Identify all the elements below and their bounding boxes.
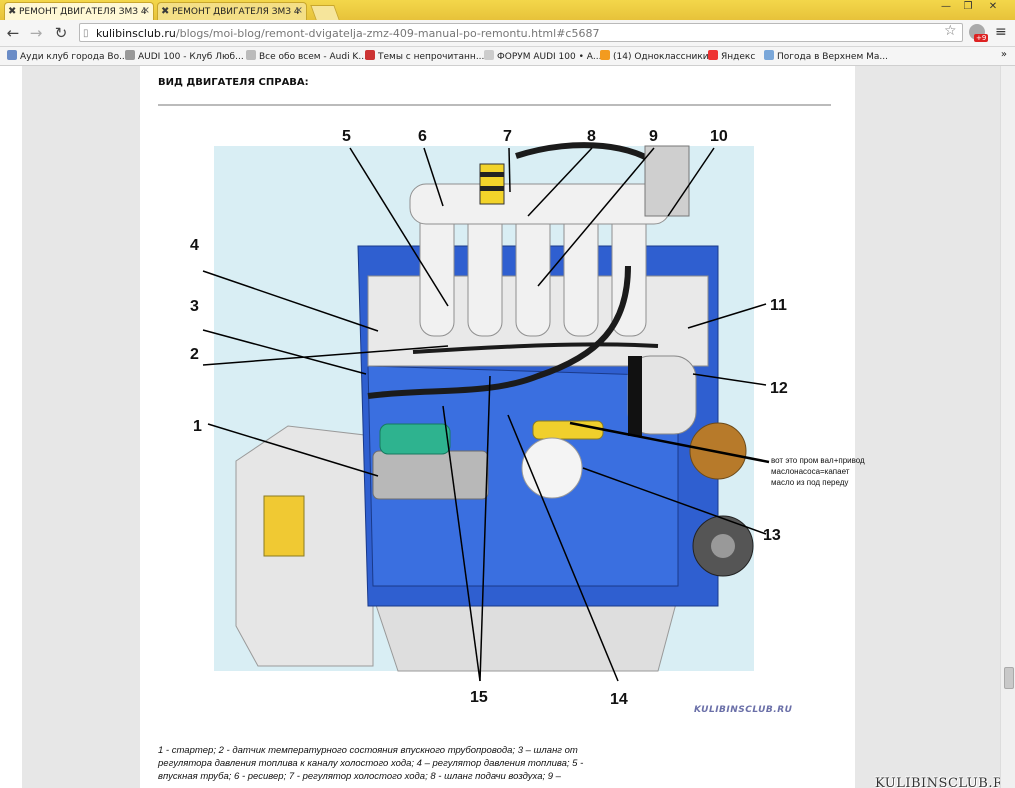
callout-13: 13 <box>763 527 781 544</box>
figure-watermark: KULIBINSCLUB.RU <box>694 705 793 715</box>
engine-illustration: 1 2 3 4 5 6 7 8 9 10 11 12 13 14 15 <box>190 128 788 708</box>
bookmark-item[interactable]: Ауди клуб города Во... <box>7 50 128 62</box>
close-tab-icon[interactable]: × <box>295 5 303 16</box>
callout-2: 2 <box>190 346 199 363</box>
audi-icon <box>7 50 17 60</box>
engine-diagram: 1 2 3 4 5 6 7 8 9 10 11 12 13 14 15 <box>158 106 832 766</box>
close-tab-icon[interactable]: × <box>142 5 150 16</box>
tab-title: РЕМОНТ ДВИГАТЕЛЯ ЗМЗ 4 <box>172 6 300 17</box>
callout-15: 15 <box>470 689 488 706</box>
scrollbar-thumb[interactable] <box>1004 667 1014 689</box>
menu-icon[interactable]: ≡ <box>995 24 1007 40</box>
odnoklassniki-icon <box>600 50 610 60</box>
bookmark-item[interactable]: Погода в Верхнем Ма... <box>764 50 888 62</box>
note-line: вот это пром вал+привод <box>771 456 865 465</box>
new-tab-button[interactable] <box>310 5 340 20</box>
bookmark-item[interactable]: (14) Одноклассники <box>600 50 709 62</box>
yandex-icon <box>708 50 718 60</box>
restore-icon[interactable]: ❐ <box>958 1 978 14</box>
bookmark-item[interactable]: Темы с непрочитанн... <box>365 50 484 62</box>
figure-caption: 1 - стартер; 2 - датчик температурного с… <box>158 744 628 783</box>
callout-11: 11 <box>770 297 787 314</box>
callout-8: 8 <box>587 128 596 145</box>
right-gutter <box>855 66 1000 788</box>
bookmark-item[interactable]: Все обо всем - Audi K... <box>246 50 367 62</box>
tools-icon: ✖ <box>161 6 170 17</box>
callout-1: 1 <box>193 418 202 435</box>
car-icon <box>365 50 375 60</box>
caption-line: 1 - стартер; 2 - датчик температурного с… <box>158 745 578 756</box>
minimize-icon[interactable]: — <box>936 1 956 14</box>
back-arrow-icon[interactable]: ← <box>4 24 22 42</box>
tab-title: РЕМОНТ ДВИГАТЕЛЯ ЗМЗ 4 <box>19 6 147 17</box>
page-icon: ▯ <box>83 28 89 39</box>
site-watermark: KULIBINSCLUB.RU <box>875 776 1015 788</box>
url-path: /blogs/moi-blog/remont-dvigatelja-zmz-40… <box>175 27 600 40</box>
address-bar[interactable]: ▯ kulibinsclub.ru/blogs/moi-blog/remont-… <box>79 23 963 42</box>
caption-line: регулятора давления топлива к каналу хол… <box>158 758 584 769</box>
vertical-scrollbar[interactable] <box>1000 66 1015 788</box>
bookmark-item[interactable]: ФОРУМ AUDI 100 • А... <box>484 50 602 62</box>
left-gutter <box>22 66 140 788</box>
bookmark-star-icon[interactable]: ☆ <box>944 23 957 39</box>
bookmark-item[interactable]: AUDI 100 - Клуб Люб... <box>125 50 244 62</box>
bookmarks-bar: Ауди клуб города Во... AUDI 100 - Клуб Л… <box>0 47 1015 66</box>
callout-4: 4 <box>190 237 199 254</box>
page-icon <box>484 50 494 60</box>
extension-badge: +9 <box>974 34 989 42</box>
callout-9: 9 <box>649 128 658 145</box>
page-icon <box>246 50 256 60</box>
callout-3: 3 <box>190 298 199 315</box>
callout-6: 6 <box>418 128 427 145</box>
toolbar: ← → ↻ ▯ kulibinsclub.ru/blogs/moi-blog/r… <box>0 20 1015 47</box>
tools-icon: ✖ <box>8 6 17 17</box>
bookmark-item[interactable]: Яндекс <box>708 50 755 62</box>
bookmarks-more-button[interactable]: » <box>1001 49 1007 60</box>
callout-12: 12 <box>770 380 788 397</box>
url-host: kulibinsclub.ru <box>96 27 176 40</box>
callout-14: 14 <box>610 691 628 708</box>
annotation-note: вот это пром вал+привод маслонасоса=капа… <box>771 455 886 488</box>
page-viewport: ВИД ДВИГАТЕЛЯ СПРАВА: 1 2 3 4 5 6 7 8 9 … <box>0 66 1015 788</box>
forward-arrow-icon[interactable]: → <box>27 24 45 42</box>
section-title: ВИД ДВИГАТЕЛЯ СПРАВА: <box>158 77 309 88</box>
audi-icon <box>125 50 135 60</box>
callout-5: 5 <box>342 128 351 145</box>
tab-active[interactable]: ✖ РЕМОНТ ДВИГАТЕЛЯ ЗМЗ 4 × <box>4 2 154 20</box>
caption-line: впускная труба; 6 - ресивер; 7 - регулят… <box>158 771 561 782</box>
note-line: маслонасоса=капает <box>771 467 850 476</box>
tab-strip: ✖ РЕМОНТ ДВИГАТЕЛЯ ЗМЗ 4 × ✖ РЕМОНТ ДВИГ… <box>0 0 1015 20</box>
callout-10: 10 <box>710 128 728 145</box>
close-window-icon[interactable]: ✕ <box>983 1 1003 14</box>
tab-inactive[interactable]: ✖ РЕМОНТ ДВИГАТЕЛЯ ЗМЗ 4 × <box>157 2 307 20</box>
weather-icon <box>764 50 774 60</box>
reload-icon[interactable]: ↻ <box>52 24 70 42</box>
note-line: масло из под переду <box>771 478 849 487</box>
callout-7: 7 <box>503 128 512 145</box>
